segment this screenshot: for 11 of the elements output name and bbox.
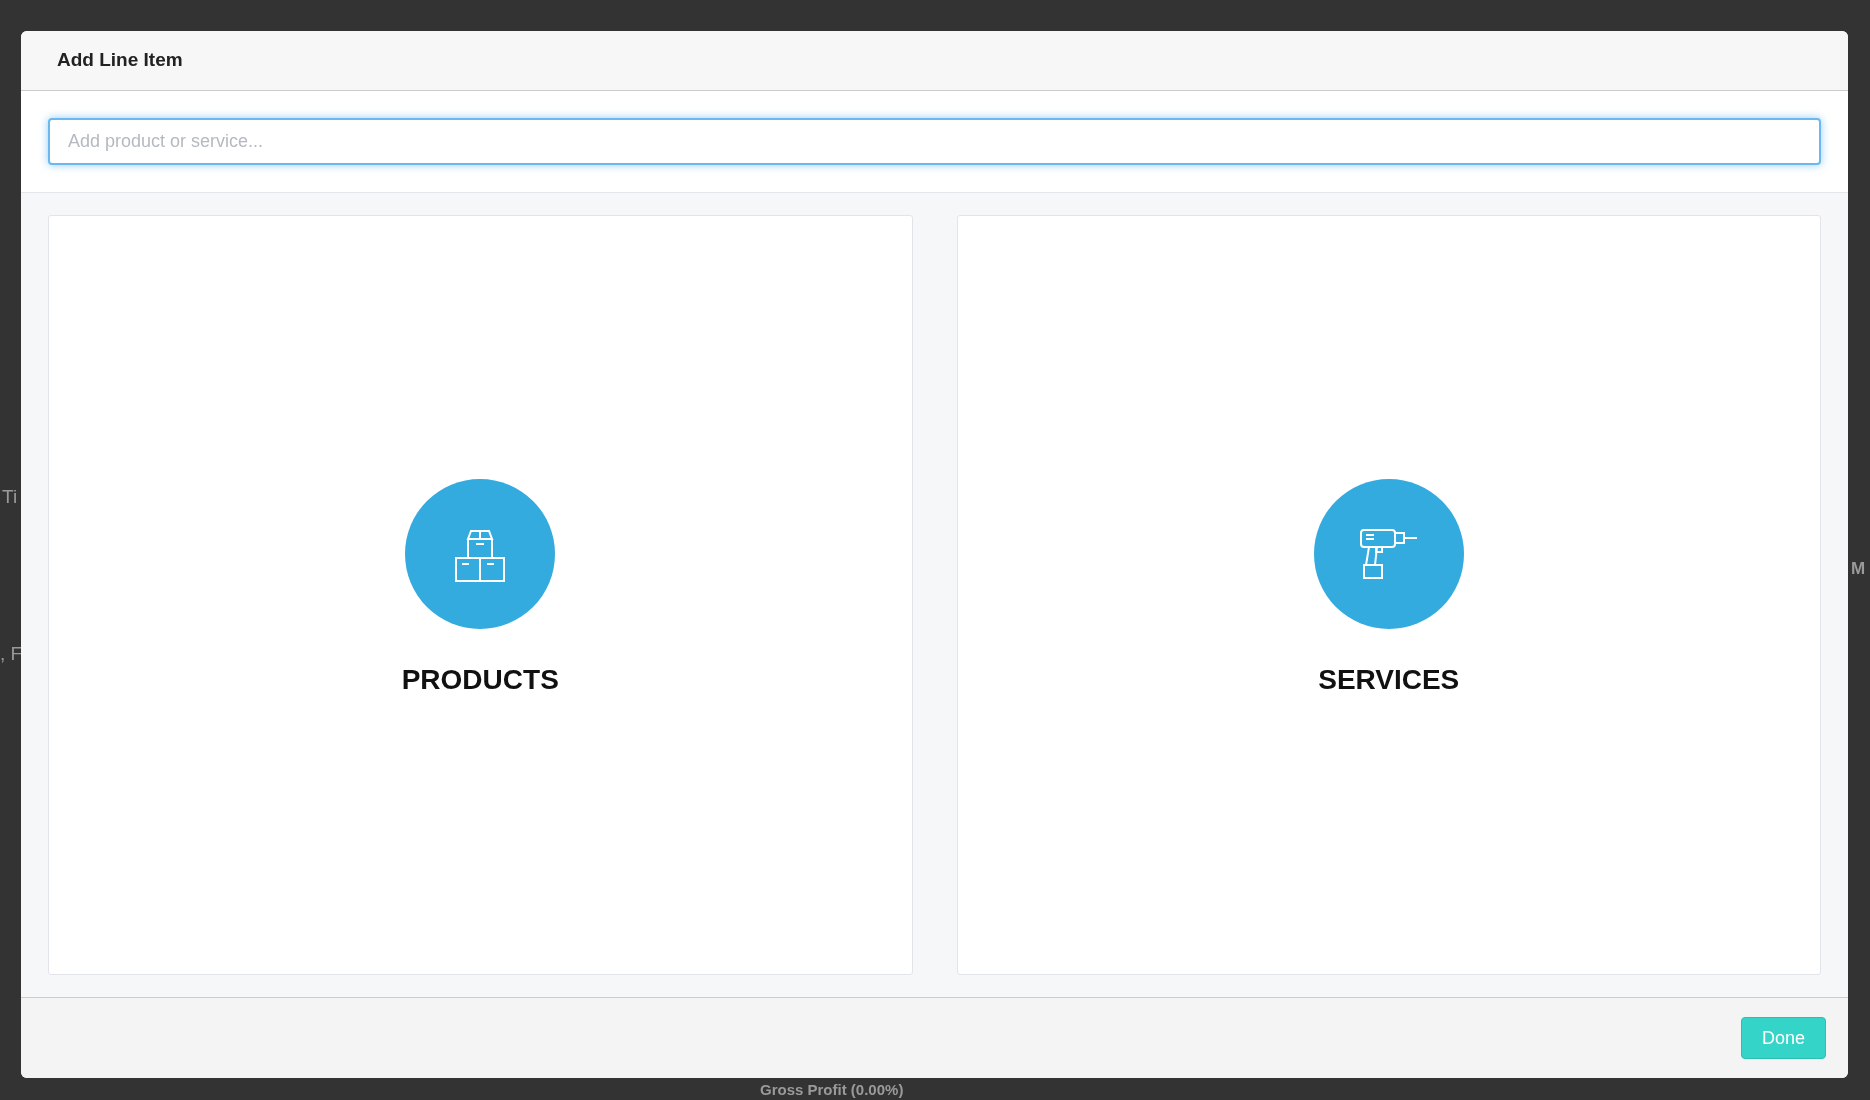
background-text: Gross Profit (0.00%) xyxy=(760,1081,904,1098)
option-label: SERVICES xyxy=(1318,663,1460,697)
dialog-title: Add Line Item xyxy=(57,48,183,73)
option-card[interactable]: PRODUCTS xyxy=(48,215,913,975)
search-field[interactable]: Add product or service... xyxy=(48,118,1821,165)
background-text: Ti xyxy=(2,485,18,509)
option-card[interactable]: SERVICES xyxy=(956,215,1821,975)
background-text: M xyxy=(1851,558,1866,580)
option-label: PRODUCTS xyxy=(401,663,559,697)
background-text: , F xyxy=(0,642,23,666)
drill-icon xyxy=(1358,528,1419,580)
